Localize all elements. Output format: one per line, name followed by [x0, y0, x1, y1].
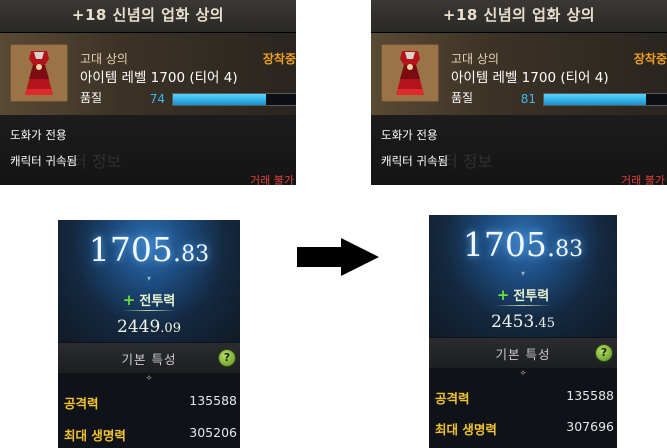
- max-hp-value: 305206: [189, 425, 237, 440]
- attack-label: 공격력: [435, 391, 470, 406]
- class-restriction: 도화가 전용: [10, 128, 67, 142]
- item-level: 아이템 레벨 1700 (티어 4): [80, 70, 238, 86]
- right-arrow-icon: [297, 238, 379, 276]
- combat-power-value: 2449.09: [117, 317, 181, 337]
- quality-bar: [172, 93, 296, 106]
- item-grade: 고대 상의: [451, 52, 499, 66]
- combat-power-value: 2453.45: [491, 312, 555, 332]
- basic-stats-header: 기본 특성 ?: [58, 343, 240, 373]
- ghost-text: 터 정보: [72, 152, 122, 171]
- attack-value: 135588: [566, 388, 614, 403]
- basic-stats-label: 기본 특성: [495, 347, 551, 362]
- trade-status: 거래 불가: [621, 174, 665, 185]
- divider: [121, 310, 177, 311]
- ornament: ⟡: [146, 373, 152, 382]
- quality-label: 품질: [451, 91, 474, 105]
- plus-icon: +: [496, 286, 510, 304]
- item-info-section: 고대 상의 장착중 아이템 레벨 1700 (티어 4) 품질 81: [371, 33, 667, 115]
- max-hp-label: 최대 생명력: [435, 422, 497, 437]
- avg-item-level: 1705.83: [462, 225, 584, 264]
- item-title: +18 신념의 업화 상의: [0, 0, 296, 33]
- item-tooltip-after: +18 신념의 업화 상의 고대 상의 장착중 아이템 레벨 1700 (티어 …: [371, 0, 667, 185]
- avg-item-level: 1705.83: [88, 230, 210, 269]
- binding-status: 캐릭터 귀속됨: [10, 154, 78, 168]
- quality-value: 74: [149, 92, 165, 106]
- ornament: ▾: [520, 269, 525, 278]
- combat-stats-before: 1705.83 ▾ + 전투력 2449.09 기본 특성 ? ⟡ 공격력 135…: [58, 220, 240, 448]
- equipped-status: 장착중: [262, 52, 296, 66]
- combat-stats-after: 1705.83 ▾ + 전투력 2453.45 기본 특성 ? ⟡ 공격력 135…: [429, 215, 617, 448]
- red-dress-armor-icon: [381, 44, 439, 102]
- max-hp-value: 307696: [566, 419, 614, 434]
- quality-bar-fill: [544, 94, 647, 105]
- class-restriction: 도화가 전용: [381, 128, 438, 142]
- binding-status: 캐릭터 귀속됨: [381, 154, 449, 168]
- trade-status: 거래 불가: [250, 174, 294, 185]
- red-dress-armor-icon: [10, 44, 68, 102]
- combat-power-label: + 전투력: [496, 286, 550, 304]
- equipped-status: 장착중: [633, 52, 667, 66]
- ghost-text: 터 정보: [443, 152, 493, 171]
- combat-power-label: + 전투력: [122, 291, 176, 309]
- item-title: +18 신념의 업화 상의: [371, 0, 667, 33]
- plus-icon: +: [122, 291, 136, 309]
- basic-stats-label: 기본 특성: [121, 352, 177, 367]
- help-icon[interactable]: ?: [595, 344, 613, 362]
- basic-stats-header: 기본 특성 ?: [429, 338, 617, 368]
- attack-label: 공격력: [64, 396, 99, 411]
- quality-label: 품질: [80, 91, 103, 105]
- item-level: 아이템 레벨 1700 (티어 4): [451, 70, 609, 86]
- quality-value: 81: [520, 92, 536, 106]
- item-tooltip-before: +18 신념의 업화 상의 고대 상의 장착중 아이템 레벨 1700 (티어 …: [0, 0, 296, 185]
- ornament: ⟡: [520, 368, 526, 377]
- ornament: ▾: [146, 274, 151, 283]
- item-grade: 고대 상의: [80, 52, 128, 66]
- attack-value: 135588: [189, 393, 237, 408]
- max-hp-label: 최대 생명력: [64, 428, 126, 443]
- help-icon[interactable]: ?: [218, 349, 236, 367]
- divider: [494, 305, 552, 306]
- quality-bar: [543, 93, 667, 106]
- item-info-section: 고대 상의 장착중 아이템 레벨 1700 (티어 4) 품질 74: [0, 33, 296, 115]
- quality-bar-fill: [173, 94, 267, 105]
